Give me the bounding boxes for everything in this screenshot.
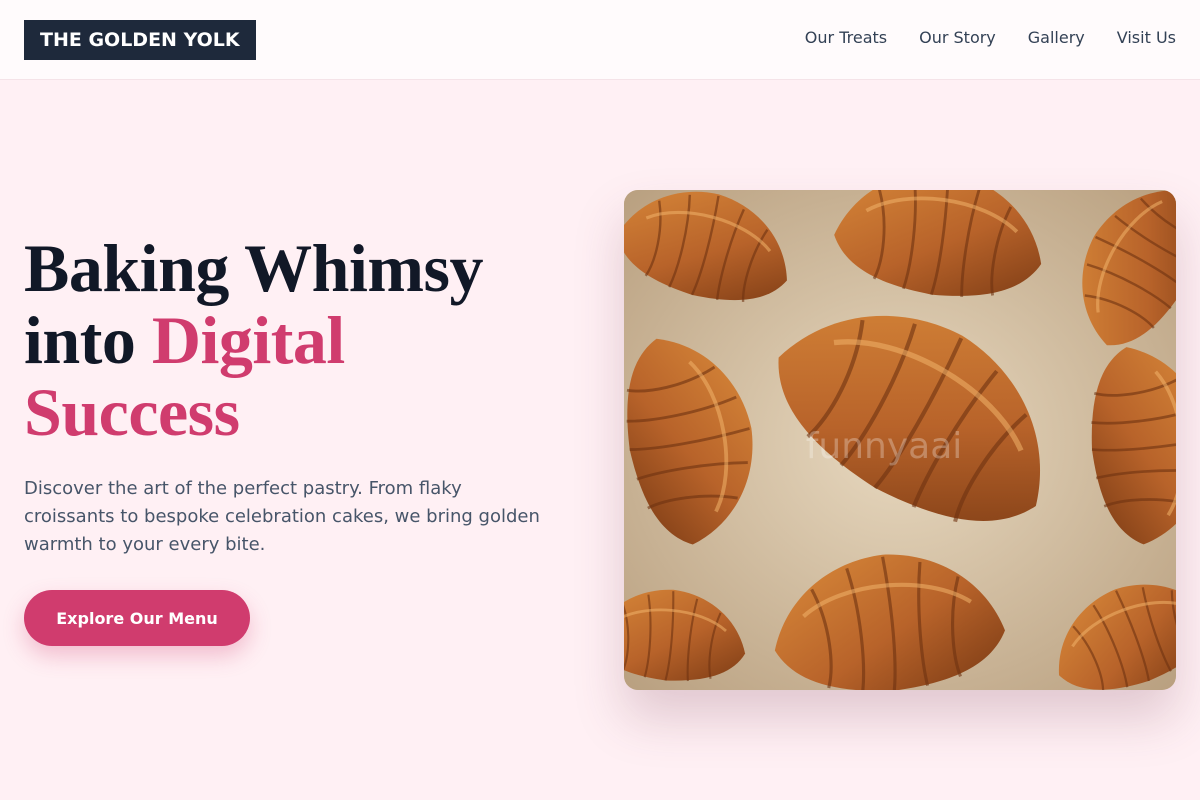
- site-header: THE GOLDEN YOLK Our Treats Our Story Gal…: [0, 0, 1200, 80]
- nav-link-our-treats[interactable]: Our Treats: [805, 27, 887, 49]
- nav-link-gallery[interactable]: Gallery: [1028, 27, 1085, 49]
- hero-title-accent-digital: Digital: [151, 302, 345, 378]
- hero-title: Baking Whimsy into Digital Success: [24, 232, 584, 448]
- nav-link-visit-us[interactable]: Visit Us: [1117, 27, 1176, 49]
- hero-title-accent-success: Success: [24, 374, 240, 450]
- main-nav: Our Treats Our Story Gallery Visit Us: [805, 27, 1176, 49]
- nav-link-our-story[interactable]: Our Story: [919, 27, 996, 49]
- croissants-photo: funnyaai: [624, 190, 1176, 690]
- hero-description: Discover the art of the perfect pastry. …: [24, 478, 540, 555]
- explore-menu-button[interactable]: Explore Our Menu: [24, 590, 250, 646]
- hero-title-line2: into: [24, 302, 152, 378]
- site-logo[interactable]: THE GOLDEN YOLK: [24, 20, 256, 60]
- croissants-illustration: funnyaai: [624, 190, 1176, 690]
- hero-title-line1: Baking Whimsy: [24, 230, 483, 306]
- image-watermark: funnyaai: [806, 426, 963, 467]
